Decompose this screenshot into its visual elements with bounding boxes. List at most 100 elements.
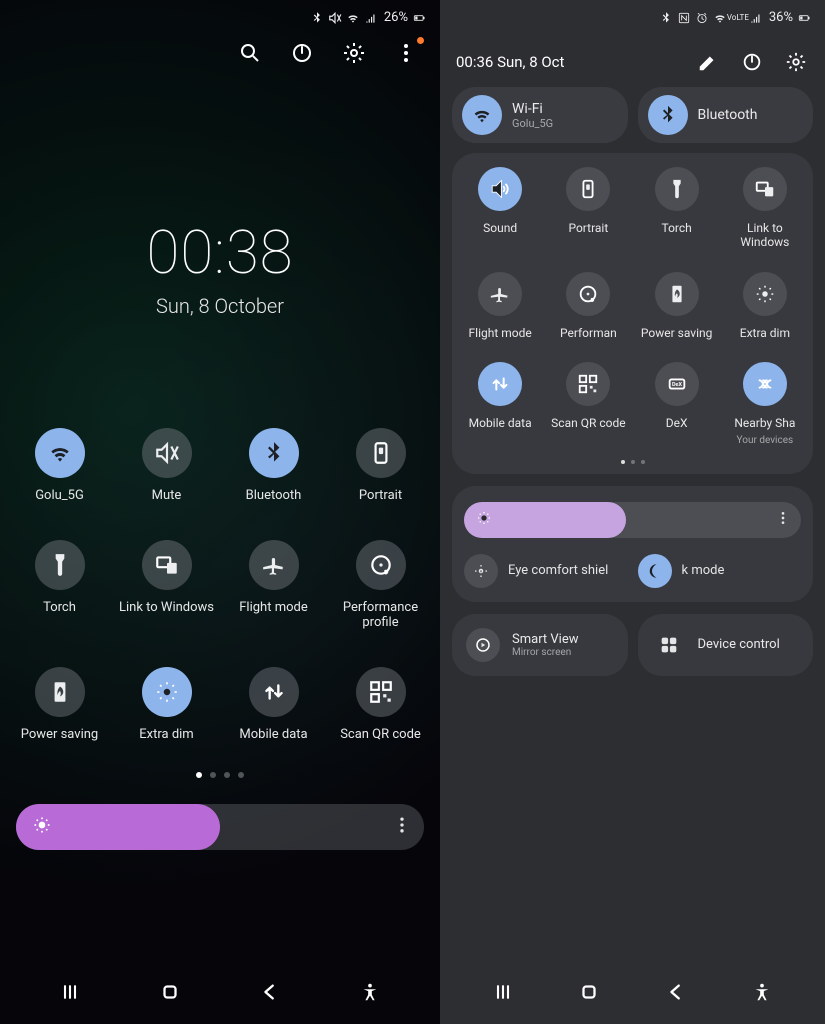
card-smart-view[interactable]: Smart ViewMirror screen — [452, 614, 628, 676]
bluetooth-status-icon — [310, 11, 324, 25]
qs-tile-qr[interactable]: Scan QR code — [327, 667, 434, 743]
qs-tile-label: Power saving — [641, 326, 713, 340]
qs-tile-label: Torch — [43, 600, 76, 616]
qr-icon[interactable] — [566, 362, 610, 406]
qs-tile-portrait[interactable]: Portrait — [327, 428, 434, 504]
signal-status-icon — [749, 11, 763, 25]
qs-tile-sound[interactable]: Sound — [456, 167, 544, 250]
qs-tile-label: Scan QR code — [340, 727, 421, 743]
qs-header-right: 00:36 Sun, 8 Oct — [440, 31, 825, 85]
qs-tile-mobile-data[interactable]: Mobile data — [220, 667, 327, 743]
qs-tile-bluetooth[interactable]: Bluetooth — [220, 428, 327, 504]
accessibility-button[interactable] — [350, 978, 390, 1006]
sound-icon[interactable] — [478, 167, 522, 211]
torch-icon[interactable] — [655, 167, 699, 211]
power-saving-icon[interactable] — [35, 667, 85, 717]
qs-pill-bluetooth[interactable]: Bluetooth — [638, 87, 814, 143]
nearby-icon[interactable] — [743, 362, 787, 406]
qs-tile-portrait[interactable]: Portrait — [544, 167, 632, 250]
mobile-data-icon[interactable] — [478, 362, 522, 406]
qs-grid-right: SoundPortraitTorchLink to Windows Flight … — [456, 167, 809, 446]
qs-tile-label: Power saving — [21, 727, 98, 743]
torch-icon[interactable] — [35, 540, 85, 590]
extra-dim-icon[interactable] — [743, 272, 787, 316]
pill-subtitle: Golu_5G — [512, 117, 553, 130]
qs-tile-mute[interactable]: Mute — [113, 428, 220, 504]
home-button[interactable] — [569, 978, 609, 1006]
brightness-sun-icon — [476, 510, 492, 530]
qs-tile-airplane[interactable]: Flight mode — [456, 272, 544, 340]
bluetooth-icon[interactable] — [249, 428, 299, 478]
card-device-control[interactable]: Device control — [638, 614, 814, 676]
qs-tile-mobile-data[interactable]: Mobile data — [456, 362, 544, 445]
qs-tile-airplane[interactable]: Flight mode — [220, 540, 327, 631]
smart-view-icon — [466, 628, 500, 662]
qs-tile-dex[interactable]: DeX — [633, 362, 721, 445]
mute-status-icon — [328, 11, 342, 25]
airplane-icon[interactable] — [249, 540, 299, 590]
recent-apps-button[interactable] — [50, 978, 90, 1006]
qs-tile-power-saving[interactable]: Power saving — [633, 272, 721, 340]
qs-tile-torch[interactable]: Torch — [6, 540, 113, 631]
qs-tile-nearby[interactable]: Nearby ShaYour devices — [721, 362, 809, 445]
nav-bar-right — [440, 964, 825, 1024]
airplane-icon[interactable] — [478, 272, 522, 316]
qs-tile-performance[interactable]: Performance profile — [327, 540, 434, 631]
page-indicator-left — [0, 772, 440, 778]
eye-comfort-icon — [464, 554, 498, 588]
pill-title: Wi-Fi — [512, 101, 553, 117]
dex-icon[interactable] — [655, 362, 699, 406]
wifi-status-icon — [346, 11, 360, 25]
back-button[interactable] — [656, 978, 696, 1006]
qs-tile-power-saving[interactable]: Power saving — [6, 667, 113, 743]
brightness-slider-right[interactable] — [464, 502, 801, 538]
home-button[interactable] — [150, 978, 190, 1006]
qs-tile-wifi[interactable]: Golu_5G — [6, 428, 113, 504]
qr-icon[interactable] — [356, 667, 406, 717]
battery-percent-left: 26% — [384, 10, 408, 25]
qs-pill-wifi[interactable]: Wi-FiGolu_5G — [452, 87, 628, 143]
back-button[interactable] — [250, 978, 290, 1006]
toggle-eye-comfort[interactable]: Eye comfort shiel — [464, 554, 628, 588]
recent-apps-button[interactable] — [483, 978, 523, 1006]
link-windows-icon[interactable] — [142, 540, 192, 590]
qs-tile-torch[interactable]: Torch — [633, 167, 721, 250]
brightness-more-button[interactable] — [392, 815, 412, 839]
bluetooth-status-icon — [659, 11, 673, 25]
left-screenshot: 26% 00:38 Sun, 8 October Golu_5GMuteBlue… — [0, 0, 440, 1024]
more-button[interactable] — [392, 39, 420, 67]
status-bar-right: VoLTE 36% — [440, 0, 825, 31]
qs-tile-extra-dim[interactable]: Extra dim — [721, 272, 809, 340]
link-windows-icon[interactable] — [743, 167, 787, 211]
notification-dot — [417, 37, 424, 44]
wifi-icon[interactable] — [35, 428, 85, 478]
qs-tile-label: Mobile data — [469, 416, 532, 430]
extra-dim-icon[interactable] — [142, 667, 192, 717]
mute-icon[interactable] — [142, 428, 192, 478]
power-button[interactable] — [739, 49, 765, 75]
qs-panel-tiles: SoundPortraitTorchLink to Windows Flight … — [452, 153, 813, 474]
card-title: Device control — [698, 637, 780, 652]
qs-tile-qr[interactable]: Scan QR code — [544, 362, 632, 445]
qs-tile-link-windows[interactable]: Link to Windows — [113, 540, 220, 631]
accessibility-button[interactable] — [742, 978, 782, 1006]
qs-tile-extra-dim[interactable]: Extra dim — [113, 667, 220, 743]
settings-button[interactable] — [340, 39, 368, 67]
power-saving-icon[interactable] — [655, 272, 699, 316]
brightness-slider-left[interactable] — [16, 804, 424, 850]
qs-tile-link-windows[interactable]: Link to Windows — [721, 167, 809, 250]
qs-tile-label: Extra dim — [740, 326, 790, 340]
qs-tile-performance[interactable]: Performan — [544, 272, 632, 340]
edit-button[interactable] — [695, 49, 721, 75]
performance-icon[interactable] — [566, 272, 610, 316]
pill-title: Bluetooth — [698, 107, 758, 123]
portrait-icon[interactable] — [566, 167, 610, 211]
power-button[interactable] — [288, 39, 316, 67]
portrait-icon[interactable] — [356, 428, 406, 478]
toggle-dark-mode[interactable]: k mode — [638, 554, 802, 588]
mobile-data-icon[interactable] — [249, 667, 299, 717]
brightness-more-button[interactable] — [775, 510, 791, 530]
settings-button[interactable] — [783, 49, 809, 75]
search-button[interactable] — [236, 39, 264, 67]
performance-icon[interactable] — [356, 540, 406, 590]
